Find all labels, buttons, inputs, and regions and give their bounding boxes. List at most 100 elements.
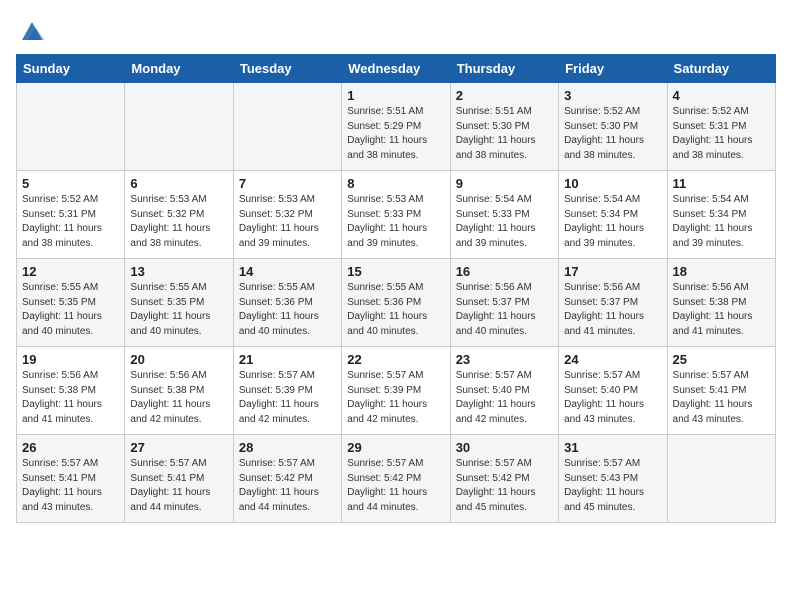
calendar-week-row: 1 Sunrise: 5:51 AM Sunset: 5:29 PM Daylig… — [17, 83, 776, 171]
day-info: Sunrise: 5:56 AM Sunset: 5:38 PM Dayligh… — [22, 369, 119, 427]
calendar-cell: 11Sunrise: 5:54 AM Sunset: 5:34 PM Dayli… — [667, 171, 775, 259]
day-info: Sunrise: 5:52 AM Sunset: 5:30 PM Dayligh… — [564, 105, 661, 163]
calendar-cell: 5 Sunrise: 5:52 AM Sunset: 5:31 PM Daylig… — [17, 171, 125, 259]
calendar-cell — [233, 83, 341, 171]
day-info: Sunrise: 5:52 AM Sunset: 5:31 PM Dayligh… — [22, 193, 119, 251]
calendar-cell — [17, 83, 125, 171]
day-number: 27 — [130, 440, 227, 455]
day-info: Sunrise: 5:55 AM Sunset: 5:36 PM Dayligh… — [347, 281, 444, 339]
calendar-cell: 21 Sunrise: 5:57 AM Sunset: 5:39 PM Dayli… — [233, 347, 341, 435]
calendar-cell: 31 Sunrise: 5:57 AM Sunset: 5:43 PM Dayli… — [559, 435, 667, 523]
calendar-cell: 10 Sunrise: 5:54 AM Sunset: 5:34 PM Dayli… — [559, 171, 667, 259]
calendar-table: SundayMondayTuesdayWednesdayThursdayFrid… — [16, 54, 776, 523]
day-info: Sunrise: 5:52 AM Sunset: 5:31 PM Dayligh… — [673, 105, 770, 163]
calendar-cell: 1 Sunrise: 5:51 AM Sunset: 5:29 PM Daylig… — [342, 83, 450, 171]
day-number: 15 — [347, 264, 444, 279]
calendar-week-row: 26 Sunrise: 5:57 AM Sunset: 5:41 PM Dayli… — [17, 435, 776, 523]
calendar-cell: 15 Sunrise: 5:55 AM Sunset: 5:36 PM Dayli… — [342, 259, 450, 347]
day-number: 30 — [456, 440, 553, 455]
day-number: 4 — [673, 88, 770, 103]
calendar-cell: 17Sunrise: 5:56 AM Sunset: 5:37 PM Dayli… — [559, 259, 667, 347]
day-info: Sunrise: 5:57 AM Sunset: 5:40 PM Dayligh… — [456, 369, 553, 427]
calendar-week-row: 5 Sunrise: 5:52 AM Sunset: 5:31 PM Daylig… — [17, 171, 776, 259]
calendar-cell: 14 Sunrise: 5:55 AM Sunset: 5:36 PM Dayli… — [233, 259, 341, 347]
day-info: Sunrise: 5:54 AM Sunset: 5:34 PM Dayligh… — [564, 193, 661, 251]
day-number: 9 — [456, 176, 553, 191]
calendar-cell: 8 Sunrise: 5:53 AM Sunset: 5:33 PM Daylig… — [342, 171, 450, 259]
day-info: Sunrise: 5:56 AM Sunset: 5:38 PM Dayligh… — [130, 369, 227, 427]
page-header — [16, 16, 776, 44]
day-info: Sunrise: 5:56 AM Sunset: 5:37 PM Dayligh… — [564, 281, 661, 339]
day-number: 10 — [564, 176, 661, 191]
calendar-cell — [125, 83, 233, 171]
day-info: Sunrise: 5:57 AM Sunset: 5:42 PM Dayligh… — [456, 457, 553, 515]
day-info: Sunrise: 5:57 AM Sunset: 5:40 PM Dayligh… — [564, 369, 661, 427]
calendar-cell: 22Sunrise: 5:57 AM Sunset: 5:39 PM Dayli… — [342, 347, 450, 435]
calendar-header-row: SundayMondayTuesdayWednesdayThursdayFrid… — [17, 55, 776, 83]
day-number: 18 — [673, 264, 770, 279]
calendar-cell: 27 Sunrise: 5:57 AM Sunset: 5:41 PM Dayli… — [125, 435, 233, 523]
calendar-week-row: 19 Sunrise: 5:56 AM Sunset: 5:38 PM Dayli… — [17, 347, 776, 435]
day-info: Sunrise: 5:53 AM Sunset: 5:33 PM Dayligh… — [347, 193, 444, 251]
day-info: Sunrise: 5:57 AM Sunset: 5:42 PM Dayligh… — [347, 457, 444, 515]
header-thursday: Thursday — [450, 55, 558, 83]
day-number: 6 — [130, 176, 227, 191]
day-number: 26 — [22, 440, 119, 455]
calendar-cell: 9 Sunrise: 5:54 AM Sunset: 5:33 PM Daylig… — [450, 171, 558, 259]
day-number: 5 — [22, 176, 119, 191]
day-info: Sunrise: 5:55 AM Sunset: 5:36 PM Dayligh… — [239, 281, 336, 339]
day-number: 20 — [130, 352, 227, 367]
day-info: Sunrise: 5:56 AM Sunset: 5:38 PM Dayligh… — [673, 281, 770, 339]
calendar-cell: 23 Sunrise: 5:57 AM Sunset: 5:40 PM Dayli… — [450, 347, 558, 435]
header-tuesday: Tuesday — [233, 55, 341, 83]
day-info: Sunrise: 5:57 AM Sunset: 5:41 PM Dayligh… — [22, 457, 119, 515]
calendar-cell: 26 Sunrise: 5:57 AM Sunset: 5:41 PM Dayli… — [17, 435, 125, 523]
day-number: 23 — [456, 352, 553, 367]
day-info: Sunrise: 5:57 AM Sunset: 5:43 PM Dayligh… — [564, 457, 661, 515]
day-info: Sunrise: 5:57 AM Sunset: 5:41 PM Dayligh… — [130, 457, 227, 515]
day-number: 7 — [239, 176, 336, 191]
calendar-cell: 3 Sunrise: 5:52 AM Sunset: 5:30 PM Daylig… — [559, 83, 667, 171]
day-info: Sunrise: 5:56 AM Sunset: 5:37 PM Dayligh… — [456, 281, 553, 339]
calendar-cell: 7 Sunrise: 5:53 AM Sunset: 5:32 PM Daylig… — [233, 171, 341, 259]
day-number: 25 — [673, 352, 770, 367]
logo — [16, 16, 46, 44]
calendar-cell: 2 Sunrise: 5:51 AM Sunset: 5:30 PM Daylig… — [450, 83, 558, 171]
calendar-cell: 19 Sunrise: 5:56 AM Sunset: 5:38 PM Dayli… — [17, 347, 125, 435]
calendar-cell: 18 Sunrise: 5:56 AM Sunset: 5:38 PM Dayli… — [667, 259, 775, 347]
day-number: 3 — [564, 88, 661, 103]
calendar-cell: 30 Sunrise: 5:57 AM Sunset: 5:42 PM Dayli… — [450, 435, 558, 523]
day-number: 28 — [239, 440, 336, 455]
day-number: 19 — [22, 352, 119, 367]
day-info: Sunrise: 5:55 AM Sunset: 5:35 PM Dayligh… — [130, 281, 227, 339]
day-number: 8 — [347, 176, 444, 191]
day-info: Sunrise: 5:54 AM Sunset: 5:33 PM Dayligh… — [456, 193, 553, 251]
calendar-cell: 29 Sunrise: 5:57 AM Sunset: 5:42 PM Dayli… — [342, 435, 450, 523]
calendar-cell: 6Sunrise: 5:53 AM Sunset: 5:32 PM Daylig… — [125, 171, 233, 259]
day-info: Sunrise: 5:51 AM Sunset: 5:29 PM Dayligh… — [347, 105, 444, 163]
day-number: 1 — [347, 88, 444, 103]
day-number: 29 — [347, 440, 444, 455]
day-info: Sunrise: 5:53 AM Sunset: 5:32 PM Dayligh… — [239, 193, 336, 251]
calendar-cell: 20 Sunrise: 5:56 AM Sunset: 5:38 PM Dayli… — [125, 347, 233, 435]
day-number: 31 — [564, 440, 661, 455]
day-number: 12 — [22, 264, 119, 279]
calendar-cell: 24Sunrise: 5:57 AM Sunset: 5:40 PM Dayli… — [559, 347, 667, 435]
day-info: Sunrise: 5:54 AM Sunset: 5:34 PM Dayligh… — [673, 193, 770, 251]
calendar-cell: 16 Sunrise: 5:56 AM Sunset: 5:37 PM Dayli… — [450, 259, 558, 347]
calendar-cell: 28Sunrise: 5:57 AM Sunset: 5:42 PM Dayli… — [233, 435, 341, 523]
day-info: Sunrise: 5:57 AM Sunset: 5:39 PM Dayligh… — [239, 369, 336, 427]
day-number: 16 — [456, 264, 553, 279]
header-friday: Friday — [559, 55, 667, 83]
calendar-week-row: 12 Sunrise: 5:55 AM Sunset: 5:35 PM Dayli… — [17, 259, 776, 347]
day-number: 21 — [239, 352, 336, 367]
calendar-cell: 4 Sunrise: 5:52 AM Sunset: 5:31 PM Daylig… — [667, 83, 775, 171]
calendar-cell: 12 Sunrise: 5:55 AM Sunset: 5:35 PM Dayli… — [17, 259, 125, 347]
header-saturday: Saturday — [667, 55, 775, 83]
day-number: 22 — [347, 352, 444, 367]
day-number: 14 — [239, 264, 336, 279]
day-number: 2 — [456, 88, 553, 103]
day-info: Sunrise: 5:55 AM Sunset: 5:35 PM Dayligh… — [22, 281, 119, 339]
header-wednesday: Wednesday — [342, 55, 450, 83]
day-info: Sunrise: 5:51 AM Sunset: 5:30 PM Dayligh… — [456, 105, 553, 163]
